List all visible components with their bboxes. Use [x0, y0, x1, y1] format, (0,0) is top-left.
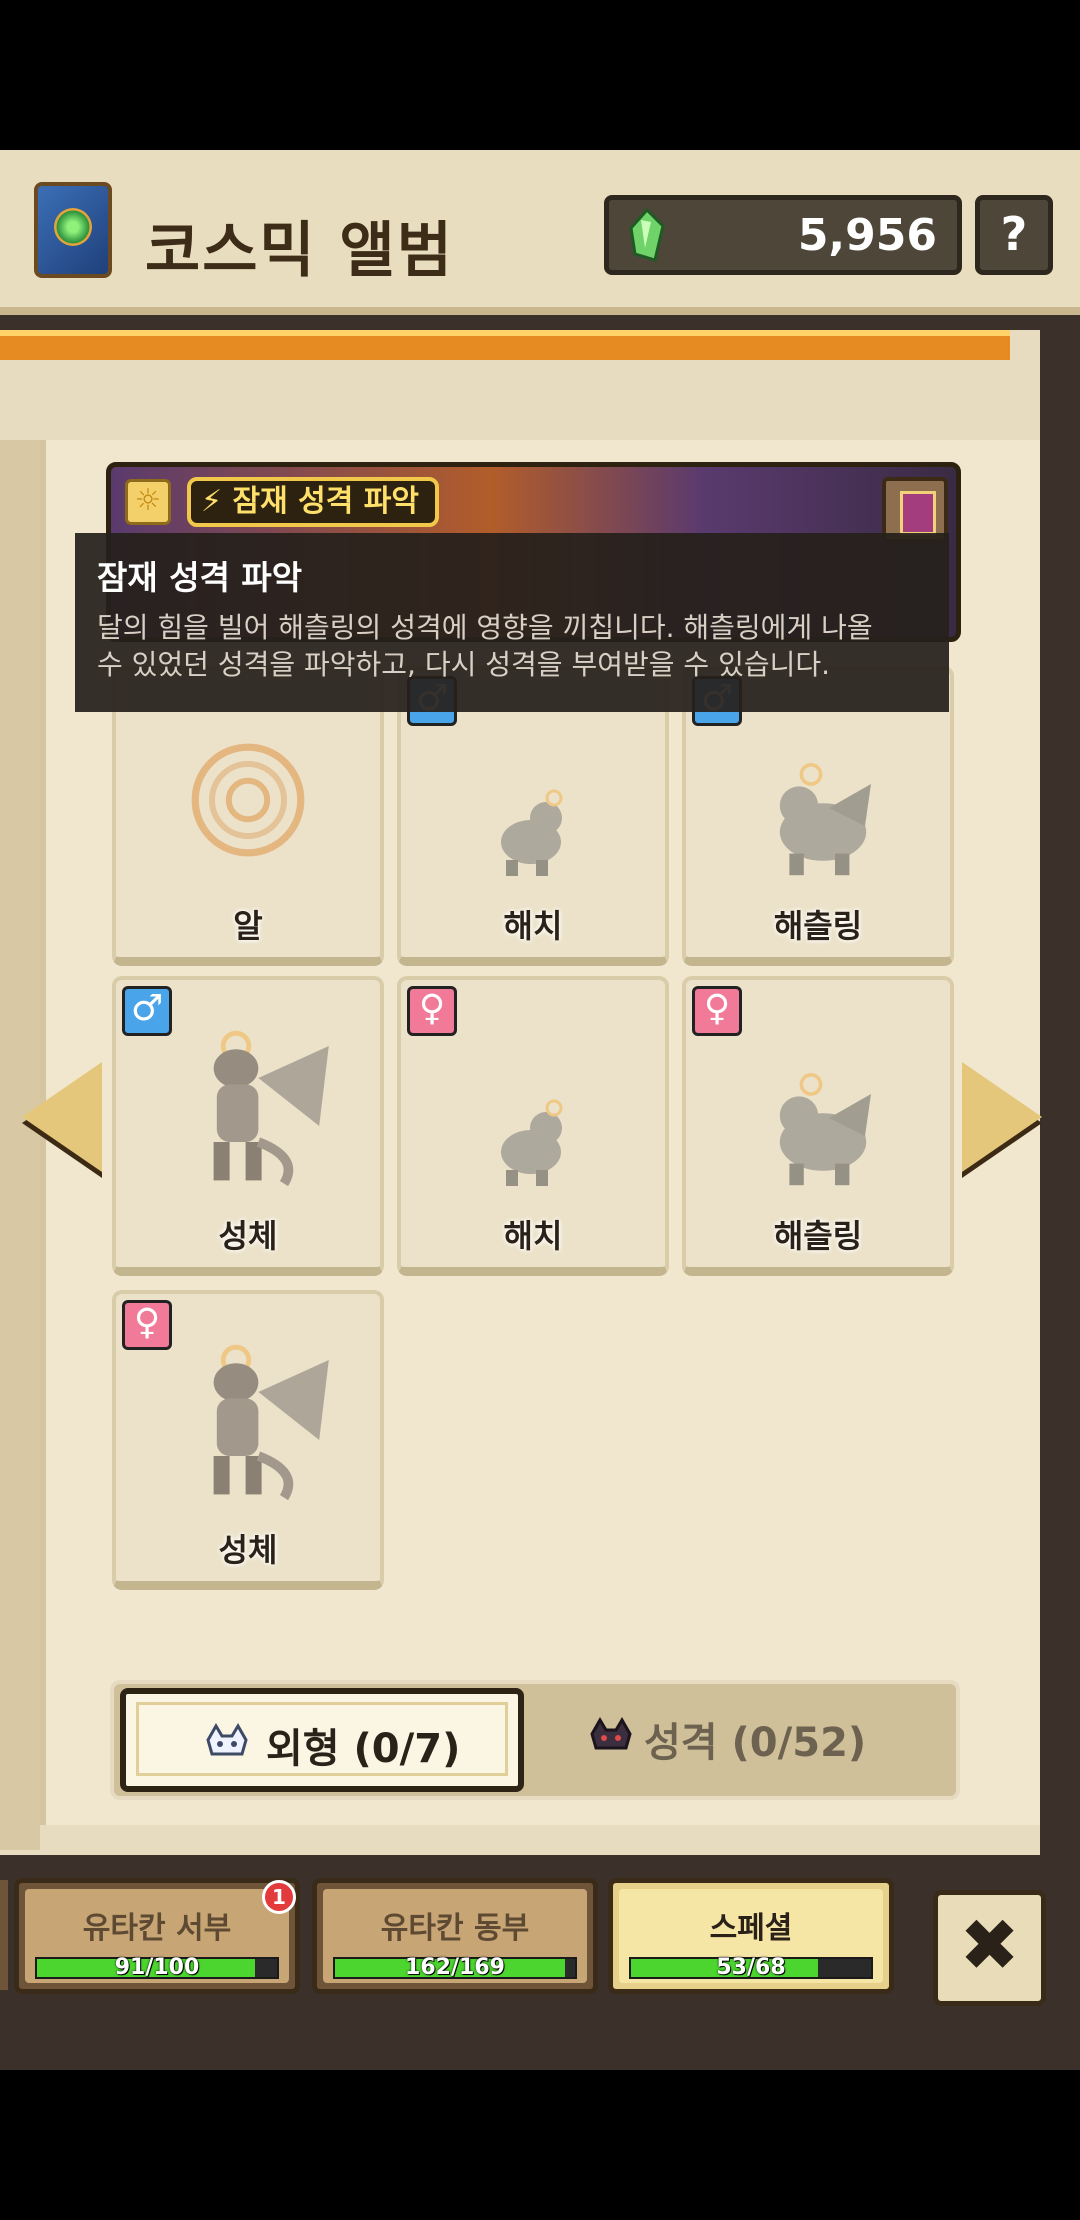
cosmic-album-book-icon [34, 182, 112, 278]
card-stage-label: 해츨링 [773, 907, 863, 945]
female-symbol-icon: ♀ [407, 986, 457, 1036]
hatchling-silhouette-icon [779, 1073, 871, 1186]
card-stage-label: 해츨링 [773, 1217, 863, 1255]
hatch-silhouette-icon [501, 789, 563, 876]
evolution-card[interactable]: ♀ 해치 [397, 976, 669, 1276]
region-name: 유타칸 동부 [380, 1911, 530, 1946]
latent-personality-tag[interactable]: ⚡ 잠재 성격 파악 [187, 477, 439, 527]
region-progress-count: 162/169 [405, 1955, 505, 1980]
adult-silhouette-icon [213, 1344, 329, 1501]
region-edge [0, 1880, 8, 1990]
card-stage-label: 해치 [503, 907, 563, 945]
tab-appearance[interactable]: 외형 (0/7) [120, 1688, 524, 1792]
dragon-head-white-icon [206, 1723, 248, 1756]
help-button[interactable]: ? [975, 195, 1053, 275]
hatchling-silhouette-icon [779, 763, 871, 876]
region-button[interactable]: 유타칸 서부 91/100 [14, 1878, 300, 1994]
card-stage-label: 성체 [218, 1217, 278, 1255]
region-name: 유타칸 서부 [82, 1911, 232, 1946]
notification-badge: 1 [262, 1880, 296, 1914]
male-symbol-icon: ♂ [122, 986, 172, 1036]
female-symbol-icon: ♀ [692, 986, 742, 1036]
album-tabs: 외형 (0/7) 성격 (0/52) [110, 1680, 960, 1800]
region-progress-bar: 53/68 [629, 1955, 873, 1980]
hatch-silhouette-icon [501, 1099, 563, 1186]
card-stage-label: 성체 [218, 1531, 278, 1569]
evolution-card[interactable]: ♂ 성체 [112, 976, 384, 1276]
region-name: 스페셜 [709, 1911, 793, 1946]
region-button[interactable]: 스페셜 53/68 [608, 1878, 894, 1994]
dragon-head-dark-icon [590, 1717, 632, 1750]
close-button[interactable]: ✖ [933, 1890, 1046, 2006]
tooltip-title: 잠재 성격 파악 [97, 558, 303, 597]
egg-silhouette-icon [191, 743, 305, 857]
next-page-arrow[interactable] [962, 1062, 1042, 1172]
green-crystal-icon [629, 208, 665, 262]
tooltip-body-line-1: 달의 힘을 빌어 해츨링의 성격에 영향을 끼칩니다. 해츨링에게 나올 [97, 611, 873, 644]
card-stage-label: 알 [233, 907, 263, 945]
currency-value: 5,956 [797, 210, 937, 261]
tooltip-body: 달의 힘을 빌어 해츨링의 성격에 영향을 끼칩니다. 해츨링에게 나올 수 있… [97, 609, 927, 683]
tab-personality[interactable]: 성격 (0/52) [534, 1688, 944, 1792]
region-progress-count: 53/68 [716, 1955, 786, 1980]
female-symbol-icon: ♀ [122, 1300, 172, 1350]
previous-page-arrow[interactable] [22, 1062, 102, 1172]
tooltip: 잠재 성격 파악 달의 힘을 빌어 해츨링의 성격에 영향을 끼칩니다. 해츨링… [75, 533, 949, 712]
sun-element-icon: ☼ [125, 479, 171, 525]
tooltip-body-line-2: 수 있었던 성격을 파악하고, 다시 성격을 부여받을 수 있습니다. [97, 648, 831, 681]
region-progress-bar: 162/169 [333, 1955, 577, 1980]
card-stage-label: 해치 [503, 1217, 563, 1255]
book-top-trim [0, 330, 1010, 360]
tab-personality-label: 성격 (0/52) [644, 1720, 867, 1766]
adult-silhouette-icon [213, 1030, 329, 1187]
tab-appearance-label: 외형 (0/7) [266, 1726, 461, 1772]
evolution-card[interactable]: ♀ 해츨링 [682, 976, 954, 1276]
header-bar: 코스믹 앨범 5,956 ? [0, 150, 1080, 315]
currency-display: 5,956 [604, 195, 962, 275]
evolution-card[interactable]: ♀ 성체 [112, 1290, 384, 1590]
region-progress-bar: 91/100 [35, 1955, 279, 1980]
page-title: 코스믹 앨범 [145, 216, 454, 286]
region-progress-count: 91/100 [114, 1955, 200, 1980]
region-button[interactable]: 유타칸 동부 162/169 [312, 1878, 598, 1994]
